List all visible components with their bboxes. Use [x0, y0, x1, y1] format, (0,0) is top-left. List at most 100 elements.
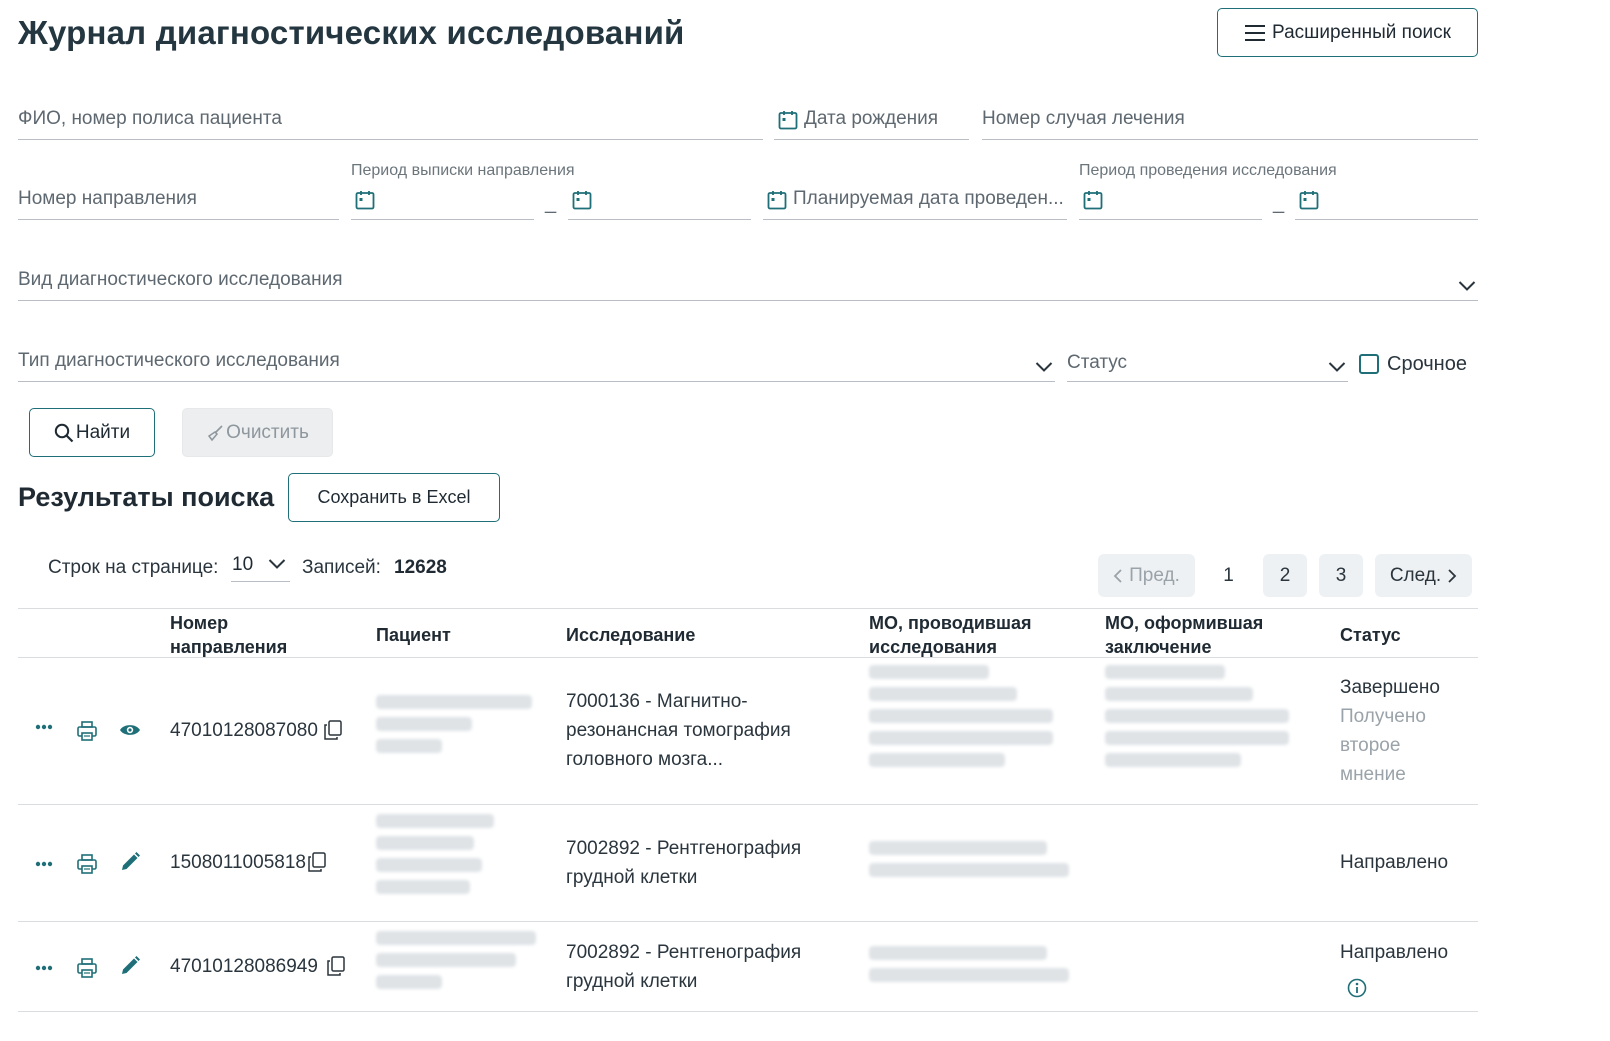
study-kind-select[interactable]: Вид диагностического исследования [18, 263, 1478, 301]
issue-period-from-input[interactable] [351, 182, 534, 220]
patient-search-placeholder: ФИО, номер полиса пациента [18, 108, 282, 129]
page-title: Журнал диагностических исследований [18, 14, 685, 51]
next-page-button[interactable]: След. [1375, 554, 1472, 597]
find-button[interactable]: Найти [29, 408, 155, 457]
search-icon [54, 423, 74, 443]
issue-period-separator: _ [545, 192, 557, 214]
page-button-label: 2 [1279, 564, 1291, 586]
print-icon[interactable] [76, 853, 98, 875]
eye-icon[interactable] [119, 723, 141, 737]
column-header-patient[interactable]: Пациент [376, 623, 451, 647]
records-count: 12628 [394, 557, 447, 578]
table-row: 1508011005818 7002892 - Рентгенография г… [18, 805, 1478, 922]
chevron-down-icon [268, 558, 286, 570]
study-name: 7000136 - Магнитно-резонансная томографи… [566, 691, 791, 770]
more-actions-icon[interactable] [35, 965, 53, 971]
print-icon[interactable] [76, 720, 98, 742]
rows-per-page-value: 10 [232, 554, 254, 575]
study-period-to-input[interactable] [1295, 182, 1478, 220]
planned-date-input[interactable]: Планируемая дата проведен... [763, 182, 1067, 220]
calendar-icon [1299, 190, 1319, 210]
referral-number: 47010128087080 [170, 720, 318, 741]
patient-cell [376, 924, 546, 997]
referral-number-placeholder: Номер направления [18, 188, 197, 209]
birth-date-placeholder: Дата рождения [804, 108, 939, 129]
birth-date-input[interactable]: Дата рождения [774, 102, 969, 140]
clear-button[interactable]: Очистить [182, 408, 333, 457]
mo-performed-cell [869, 658, 1059, 775]
column-header-study[interactable]: Исследование [566, 623, 695, 647]
study-type-select[interactable]: Тип диагностического исследования [18, 344, 1055, 382]
rows-per-page-label: Строк на странице: [48, 557, 219, 578]
urgent-checkbox[interactable] [1359, 354, 1379, 374]
pencil-icon[interactable] [119, 851, 141, 873]
records-label: Записей: [302, 557, 381, 578]
case-number-input[interactable]: Номер случая лечения [982, 102, 1478, 140]
study-name: 7002892 - Рентгенография грудной клетки [566, 838, 802, 888]
column-header-referral[interactable]: Номер направления [170, 611, 350, 659]
page-button-2[interactable]: 2 [1263, 554, 1307, 597]
prev-page-button[interactable]: Пред. [1098, 554, 1195, 597]
calendar-icon [1083, 190, 1103, 210]
export-excel-label: Сохранить в Excel [317, 487, 471, 507]
patient-search-input[interactable]: ФИО, номер полиса пациента [18, 102, 763, 140]
page-button-3[interactable]: 3 [1319, 554, 1363, 597]
urgent-label: Срочное [1387, 353, 1467, 375]
prev-page-label: Пред. [1129, 564, 1180, 586]
clear-label: Очистить [226, 421, 309, 443]
chevron-left-icon [1113, 568, 1123, 584]
table-header: Номер направления Пациент Исследование М… [18, 608, 1478, 658]
chevron-down-icon [1458, 280, 1476, 292]
study-period-from-input[interactable] [1079, 182, 1262, 220]
table-row: 47010128087080 7000136 - Магнитно-резона… [18, 658, 1478, 805]
chevron-down-icon [1035, 361, 1053, 373]
page-button-label: 1 [1223, 564, 1234, 586]
mo-performed-cell [869, 939, 1079, 990]
copy-icon[interactable] [324, 720, 342, 740]
more-actions-icon[interactable] [35, 724, 53, 730]
study-period-label: Период проведения исследования [1079, 162, 1337, 179]
copy-icon[interactable] [308, 852, 326, 872]
more-actions-icon[interactable] [35, 861, 53, 867]
copy-icon[interactable] [327, 956, 345, 976]
referral-number-input[interactable]: Номер направления [18, 182, 339, 220]
export-excel-button[interactable]: Сохранить в Excel [288, 473, 500, 522]
calendar-icon [778, 110, 798, 130]
results-title: Результаты поиска [18, 482, 275, 512]
issue-period-to-input[interactable] [568, 182, 751, 220]
chevron-right-icon [1447, 568, 1457, 584]
status-subtext: Получено второе мнение [1340, 706, 1426, 785]
broom-icon [206, 424, 224, 442]
patient-cell [376, 688, 536, 761]
status-text: Направлено [1340, 942, 1449, 963]
status-placeholder: Статус [1067, 352, 1128, 373]
issue-period-label: Период выписки направления [351, 162, 575, 179]
column-header-mo-concluded[interactable]: МО, оформившая заключение [1105, 611, 1320, 659]
planned-date-placeholder: Планируемая дата проведен... [793, 188, 1063, 209]
status-select[interactable]: Статус [1067, 344, 1348, 382]
info-icon[interactable] [1347, 978, 1367, 998]
referral-number: 47010128086949 [170, 956, 318, 977]
print-icon[interactable] [76, 957, 98, 979]
rows-per-page-select[interactable]: 10 [231, 546, 290, 582]
calendar-icon [572, 190, 592, 210]
status-text: Направлено [1340, 852, 1449, 873]
patient-cell [376, 807, 536, 902]
menu-icon [1244, 24, 1266, 42]
study-type-placeholder: Тип диагностического исследования [18, 350, 340, 371]
column-header-status[interactable]: Статус [1340, 623, 1401, 647]
next-page-label: След. [1389, 564, 1442, 586]
calendar-icon [355, 190, 375, 210]
find-label: Найти [75, 421, 131, 443]
advanced-search-button[interactable]: Расширенный поиск [1217, 8, 1478, 57]
column-header-mo-performed[interactable]: МО, проводившая исследования [869, 611, 1084, 659]
mo-concluded-cell [1105, 658, 1295, 775]
mo-performed-cell [869, 834, 1079, 885]
table-row: 47010128086949 7002892 - Рентгенография … [18, 922, 1478, 1012]
page-button-label: 3 [1335, 564, 1347, 586]
pencil-icon[interactable] [119, 955, 141, 977]
page-button-1[interactable]: 1 [1207, 554, 1250, 597]
advanced-search-label: Расширенный поиск [1272, 21, 1451, 43]
study-kind-placeholder: Вид диагностического исследования [18, 269, 343, 290]
chevron-down-icon [1328, 361, 1346, 373]
